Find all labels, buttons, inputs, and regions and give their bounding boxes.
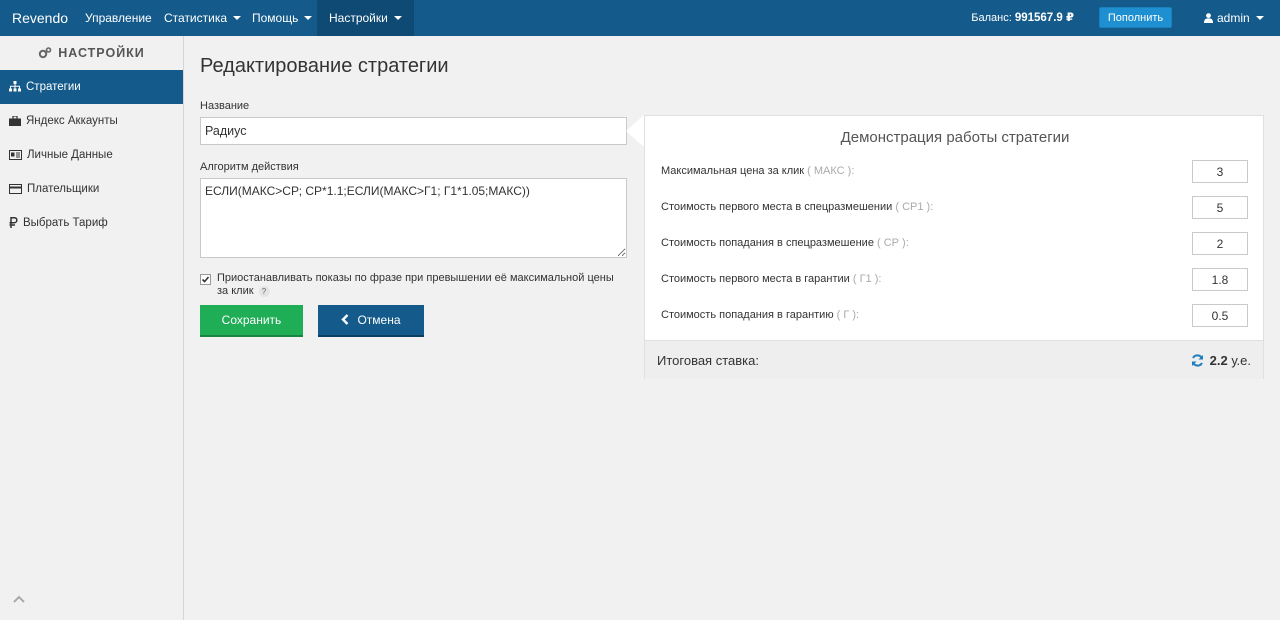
chevron-down-icon (304, 16, 313, 20)
gears-icon (38, 38, 52, 72)
demo-row-text: Стоимость первого места в гарантии (661, 273, 850, 285)
sidebar-item-personal-data[interactable]: Личные Данные (0, 138, 183, 172)
sidebar-item-choose-tariff[interactable]: Выбрать Тариф (0, 206, 183, 240)
collapse-sidebar-button[interactable] (13, 590, 25, 608)
demo-title: Демонстрация работы стратегии (840, 129, 1070, 146)
nav-item-statistics[interactable]: Статистика (153, 0, 252, 36)
briefcase-icon (9, 115, 21, 126)
help-icon[interactable]: ? (258, 286, 270, 297)
nav-item-label: Статистика (164, 11, 228, 25)
name-input[interactable] (200, 117, 627, 145)
total-bid: 2.2 у.е. (1191, 353, 1251, 370)
total-bid-label: Итоговая ставка: (657, 353, 759, 368)
save-button[interactable]: Сохранить (200, 305, 303, 337)
demo-row-text: Максимальная цена за клик (661, 165, 805, 177)
chevron-left-icon (341, 314, 349, 325)
sidebar-item-label: Плательщики (27, 183, 100, 195)
name-label: Название (200, 100, 250, 112)
premium-first-place-input[interactable]: 5 (1192, 196, 1248, 219)
demo-row-text: Стоимость попадания в спецразмешение (661, 237, 874, 249)
demo-row-code: ( СР ): (877, 237, 909, 249)
balance-value: 991567.9 ₽ (1014, 12, 1074, 24)
cancel-button[interactable]: Отмена (318, 305, 424, 337)
sitemap-icon (9, 81, 21, 92)
pause-checkbox[interactable] (200, 274, 211, 285)
top-navbar: Revendo Управление Статистика Помощь Нас… (0, 0, 1280, 36)
nav-item-label: Помощь (252, 11, 299, 25)
chevron-down-icon (233, 16, 242, 20)
pause-checkbox-text: Приостанавливать показы по фразе при пре… (217, 272, 614, 297)
max-click-price-input[interactable]: 3 (1192, 160, 1248, 183)
balance: Баланс: 991567.9 ₽ (971, 0, 1074, 36)
user-icon (1204, 1, 1213, 37)
sidebar-title-label: НАСТРОЙКИ (58, 46, 145, 60)
sidebar-item-label: Стратегии (26, 81, 81, 93)
sidebar-item-label: Выбрать Тариф (23, 217, 108, 229)
total-bid-value: 2.2 (1209, 353, 1228, 368)
sidebar-item-label: Яндекс Аккаунты (26, 115, 118, 127)
strategy-demo-panel: Демонстрация работы стратегии Максимальн… (644, 115, 1264, 379)
algorithm-textarea[interactable]: ЕСЛИ(МАКС>СР; СР*1.1;ЕСЛИ(МАКС>Г1; Г1*1.… (200, 178, 627, 258)
algorithm-label: Алгоритм действия (200, 161, 299, 173)
sidebar-item-yandex-accounts[interactable]: Яндекс Аккаунты (0, 104, 183, 138)
guarantee-entry-input[interactable]: 0.5 (1192, 304, 1248, 327)
sidebar-item-label: Личные Данные (27, 149, 113, 161)
demo-row-text: Стоимость попадания в гарантию (661, 309, 834, 321)
sidebar-title: НАСТРОЙКИ (0, 36, 183, 70)
nav-item-settings[interactable]: Настройки (317, 0, 414, 36)
ruble-icon (9, 217, 18, 228)
demo-row-code: ( Г1 ): (852, 273, 882, 285)
user-menu[interactable]: admin (1204, 0, 1264, 37)
page-title: Редактирование стратегии (200, 55, 449, 77)
credit-card-icon (9, 184, 22, 194)
pause-checkbox-label: Приостанавливать показы по фразе при пре… (217, 272, 617, 298)
total-bid-unit: у.е. (1231, 353, 1251, 368)
demo-panel-pointer (626, 115, 644, 147)
id-card-icon (9, 150, 22, 160)
sidebar-item-payers[interactable]: Плательщики (0, 172, 183, 206)
demo-row-label: Стоимость первого места в спецразмешении… (661, 201, 933, 213)
demo-row-code: ( СР1 ): (895, 201, 934, 213)
brand-logo[interactable]: Revendo (12, 0, 68, 36)
sidebar: НАСТРОЙКИ Стратегии Яндекс Аккаунты Личн… (0, 36, 184, 620)
nav-item-management[interactable]: Управление (74, 0, 163, 36)
nav-item-label: Настройки (329, 11, 388, 25)
nav-item-help[interactable]: Помощь (241, 0, 323, 36)
refresh-icon[interactable] (1191, 354, 1204, 370)
demo-row-code: ( Г ): (836, 309, 860, 321)
chevron-down-icon (393, 16, 402, 20)
demo-row-label: Стоимость первого места в гарантии ( Г1 … (661, 273, 881, 285)
demo-footer: Итоговая ставка: 2.2 у.е. (645, 340, 1263, 379)
demo-row-code: ( МАКС ): (807, 165, 855, 177)
cancel-button-label: Отмена (357, 313, 401, 327)
user-name: admin (1217, 11, 1250, 25)
chevron-down-icon (1255, 16, 1264, 20)
demo-row-label: Максимальная цена за клик ( МАКС ): (661, 165, 854, 177)
topup-button[interactable]: Пополнить (1099, 7, 1172, 28)
chevron-up-icon (13, 595, 25, 603)
nav-item-label: Управление (85, 11, 152, 25)
demo-row-label: Стоимость попадания в спецразмешение ( С… (661, 237, 909, 249)
demo-row-text: Стоимость первого места в спецразмешении (661, 201, 893, 213)
balance-label: Баланс: (971, 12, 1012, 24)
sidebar-item-strategies[interactable]: Стратегии (0, 70, 183, 104)
demo-row-label: Стоимость попадания в гарантию ( Г ): (661, 309, 859, 321)
premium-entry-input[interactable]: 2 (1192, 232, 1248, 255)
guarantee-first-place-input[interactable]: 1.8 (1192, 268, 1248, 291)
checkmark-icon (201, 276, 210, 283)
